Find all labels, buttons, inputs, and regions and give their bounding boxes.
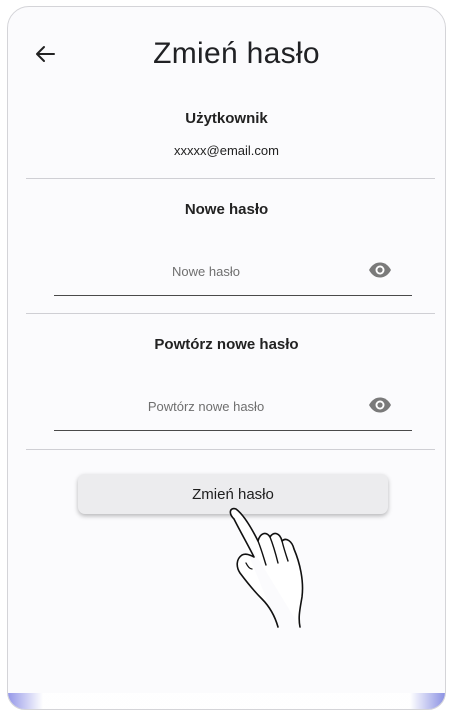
repeat-password-input[interactable] <box>54 393 358 419</box>
repeat-password-label: Powtórz nowe hasło <box>154 336 299 353</box>
divider <box>26 313 435 314</box>
bottom-edge-glow <box>8 693 445 709</box>
page-title: Zmień hasło <box>153 37 320 70</box>
hand-pointer-icon <box>218 501 328 631</box>
eye-icon[interactable] <box>368 258 392 282</box>
divider <box>26 449 435 450</box>
divider <box>26 178 435 179</box>
user-email: xxxxx@email.com <box>174 143 279 158</box>
user-label: Użytkownik <box>185 110 268 127</box>
eye-icon[interactable] <box>368 393 392 417</box>
new-password-field <box>54 254 412 296</box>
new-password-label: Nowe hasło <box>184 201 269 218</box>
app-bar: Zmień hasło <box>8 7 445 97</box>
repeat-password-field <box>54 389 412 431</box>
phone-screen: Zmień hasło Użytkownik xxxxx@email.com N… <box>7 6 446 710</box>
new-password-input[interactable] <box>54 258 358 284</box>
